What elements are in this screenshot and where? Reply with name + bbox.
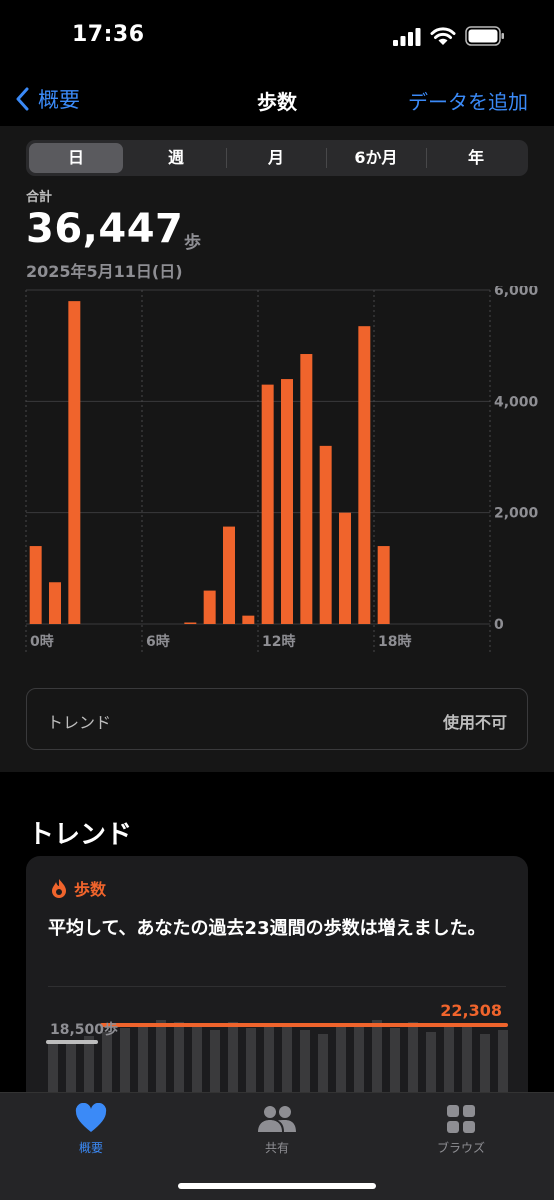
period-segmented-control: 日 週 月 6か月 年 <box>26 140 528 176</box>
trend-status-box[interactable]: トレンド 使用不可 <box>26 688 528 750</box>
navigation-bar: 概要 歩数 データを追加 <box>0 70 554 126</box>
trend-status-label: トレンド <box>47 713 112 732</box>
x-tick-label: 18時 <box>378 633 411 650</box>
grid-icon <box>447 1105 475 1133</box>
chart-bar <box>261 384 274 624</box>
steps-panel: 日 週 月 6か月 年 合計 36,447 歩 2025年5月11日(日) 6,… <box>0 126 554 772</box>
segment-divider <box>226 148 227 168</box>
chart-bar <box>223 526 235 624</box>
tab-sharing-label: 共有 <box>264 1141 289 1155</box>
trend-card-category-label: 歩数 <box>74 880 107 899</box>
chart-bar <box>49 582 61 624</box>
baseline-label: 18,500歩 <box>50 1021 118 1038</box>
y-tick-label: 6,000 <box>494 286 539 299</box>
chart-bar <box>242 615 255 624</box>
segment-divider <box>326 148 327 168</box>
status-bar: 17:36 <box>0 0 554 70</box>
x-tick-label: 12時 <box>262 633 295 650</box>
chart-bar <box>319 445 332 624</box>
total-label: 合計 <box>26 190 53 205</box>
flame-icon <box>52 879 66 898</box>
people-icon <box>258 1106 296 1132</box>
total-date: 2025年5月11日(日) <box>26 262 183 281</box>
hourly-steps-chart[interactable]: 6,000 4,000 2,000 0 0時 6時 12時 18時 <box>0 286 554 666</box>
x-tick-label: 6時 <box>146 633 170 650</box>
chart-bar <box>68 301 81 624</box>
chart-bar <box>377 546 390 624</box>
chart-bar <box>29 546 42 624</box>
heart-icon <box>75 1103 107 1132</box>
tab-summary-label: 概要 <box>78 1141 103 1155</box>
chart-bar <box>281 379 293 624</box>
status-time: 17:36 <box>72 22 145 47</box>
chart-bar <box>358 326 371 624</box>
tab-sharing[interactable]: 共有 <box>217 1093 337 1163</box>
divider <box>48 986 506 987</box>
y-tick-label: 4,000 <box>494 394 539 410</box>
segment-month[interactable]: 月 <box>229 143 323 173</box>
chart-bar <box>203 590 216 624</box>
chart-bar <box>184 622 197 624</box>
total-steps-value: 36,447 <box>26 206 184 252</box>
segment-divider <box>426 148 427 168</box>
segment-week[interactable]: 週 <box>129 143 223 173</box>
trend-status-value: 使用不可 <box>442 713 507 732</box>
segment-day[interactable]: 日 <box>29 143 123 173</box>
y-tick-label: 2,000 <box>494 506 539 522</box>
cellular-signal-icon <box>393 28 421 46</box>
tab-browse-label: ブラウズ <box>436 1141 485 1155</box>
x-tick-label: 0時 <box>30 633 54 650</box>
trend-card-text: 平均して、あなたの過去23週間の歩数は増えました。 <box>48 918 486 939</box>
chart-bar <box>339 512 351 624</box>
current-label: 22,308 <box>440 1001 502 1020</box>
segment-year[interactable]: 年 <box>429 143 523 173</box>
trend-card-category: 歩数 <box>50 876 106 900</box>
segment-six-months[interactable]: 6か月 <box>329 143 423 173</box>
home-indicator <box>178 1183 376 1189</box>
chart-bar <box>300 354 313 624</box>
tab-summary[interactable]: 概要 <box>31 1093 151 1163</box>
total-steps-unit: 歩 <box>184 233 201 253</box>
battery-icon <box>465 26 504 46</box>
tab-browse[interactable]: ブラウズ <box>401 1093 521 1163</box>
add-data-button[interactable]: データを追加 <box>408 86 528 115</box>
wifi-icon <box>430 27 456 45</box>
y-tick-label: 0 <box>494 617 504 633</box>
trends-heading: トレンド <box>28 820 133 850</box>
